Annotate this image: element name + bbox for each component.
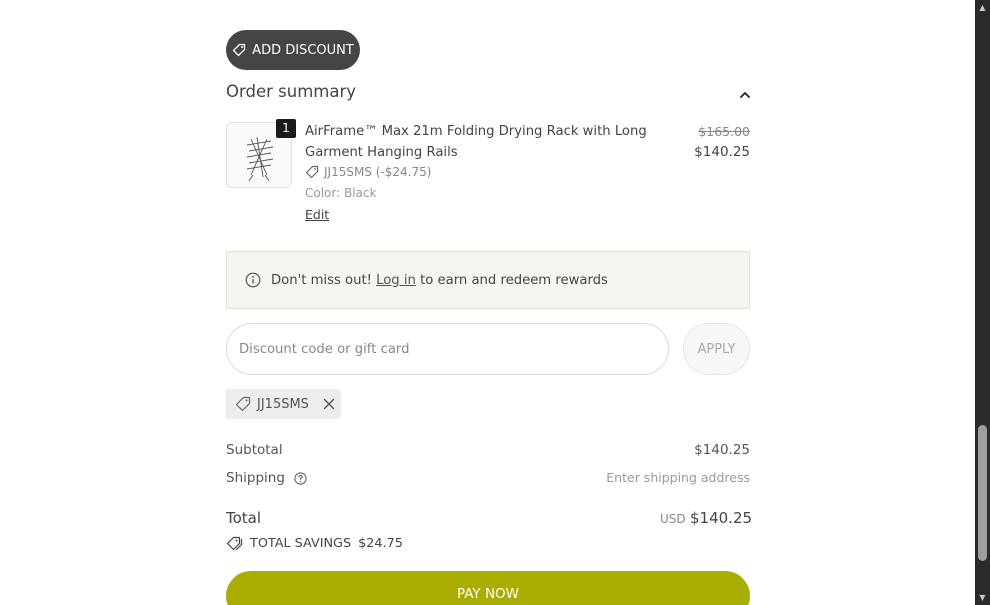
- subtotal-value: $140.25: [694, 442, 750, 458]
- subtotal-label: Subtotal: [226, 442, 283, 458]
- login-link[interactable]: Log in: [376, 273, 416, 288]
- item-discount: JJ15SMS (-$24.75): [305, 165, 431, 179]
- tag-icon: [233, 43, 246, 57]
- item-variant: Color: Black: [305, 186, 377, 200]
- scrollbar-thumb[interactable]: [978, 425, 987, 561]
- help-icon[interactable]: [294, 471, 307, 485]
- savings-tag-icon: [226, 536, 243, 551]
- shipping-label: Shipping: [226, 470, 285, 486]
- add-discount-label: ADD DISCOUNT: [252, 42, 354, 58]
- total-value: $140.25: [690, 509, 753, 527]
- savings-value: $24.75: [358, 536, 403, 551]
- savings-label: TOTAL SAVINGS: [250, 536, 352, 551]
- rewards-suffix: to earn and redeem rewards: [420, 272, 608, 288]
- item-price: $140.25: [694, 144, 750, 160]
- apply-button[interactable]: APPLY: [683, 323, 750, 375]
- edit-link[interactable]: Edit: [305, 207, 329, 222]
- tag-icon: [235, 396, 251, 412]
- tag-icon: [305, 165, 319, 179]
- scroll-down-icon[interactable]: ▼: [975, 590, 990, 605]
- total-savings: TOTAL SAVINGS $24.75: [226, 536, 403, 551]
- discount-code-input[interactable]: [226, 323, 669, 375]
- applied-discount-chip: JJ15SMS: [226, 389, 341, 419]
- chevron-up-icon[interactable]: [738, 88, 752, 102]
- applied-discount-code: JJ15SMS: [257, 396, 309, 412]
- rewards-prefix: Don't miss out!: [271, 272, 372, 288]
- product-name: AirFrame™ Max 21m Folding Drying Rack wi…: [305, 124, 647, 160]
- shipping-row: Shipping: [226, 470, 307, 486]
- total-currency: USD: [660, 512, 686, 526]
- shipping-value: Enter shipping address: [606, 470, 750, 485]
- add-discount-button[interactable]: ADD DISCOUNT: [226, 30, 360, 70]
- info-icon: [245, 272, 261, 288]
- order-summary-title: Order summary: [226, 82, 356, 101]
- remove-discount-icon[interactable]: [323, 398, 335, 410]
- rewards-text: Don't miss out! Log in to earn and redee…: [271, 273, 608, 288]
- item-discount-text: JJ15SMS (-$24.75): [324, 165, 432, 179]
- total-label: Total: [226, 509, 262, 527]
- rewards-banner: Don't miss out! Log in to earn and redee…: [226, 251, 750, 309]
- scrollbar[interactable]: ▲ ▼: [975, 0, 990, 605]
- quantity-badge: 1: [276, 119, 296, 138]
- original-price: $165.00: [698, 124, 750, 139]
- scroll-up-icon[interactable]: ▲: [975, 0, 990, 15]
- pay-now-button[interactable]: PAY NOW: [226, 571, 750, 605]
